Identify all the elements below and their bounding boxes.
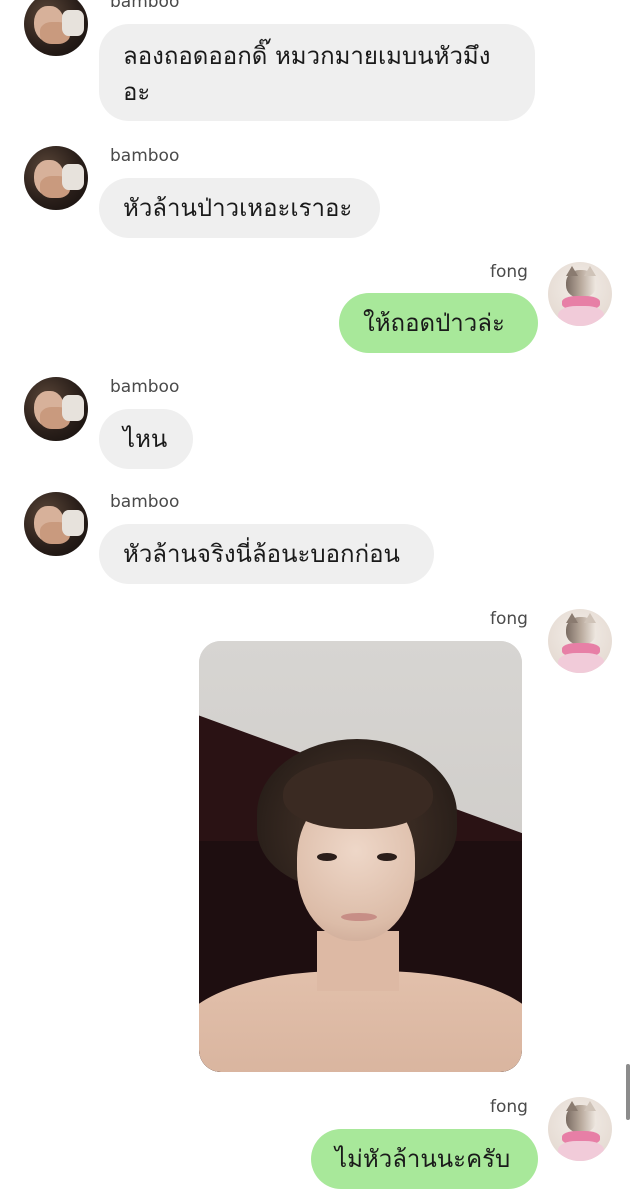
avatar-fong[interactable] <box>548 1097 612 1161</box>
message-bubble[interactable]: หัวล้านป่าวเหอะเราอะ <box>99 178 380 238</box>
message-bubble[interactable]: หัวล้านจริงนี่ล้อนะบอกก่อน <box>99 524 434 584</box>
sender-name: fong <box>490 609 528 629</box>
scrollbar[interactable] <box>626 1064 630 1120</box>
message-text: ให้ถอดป่าวล่ะ <box>363 309 505 337</box>
message-bubble[interactable]: ไหน <box>99 409 193 469</box>
avatar-bamboo[interactable] <box>24 492 88 556</box>
message-bubble[interactable]: ให้ถอดป่าวล่ะ <box>339 293 538 353</box>
avatar-fong[interactable] <box>548 262 612 326</box>
message-text: หัวล้านป่าวเหอะเราอะ <box>123 194 353 222</box>
avatar-bamboo[interactable] <box>24 377 88 441</box>
message-text: ลองถอดออกดิ๊ หมวกมายเมบนหัวมึง <box>123 42 491 70</box>
sender-name: bamboo <box>110 0 180 12</box>
sender-name: bamboo <box>110 492 180 512</box>
message-text: อะ <box>123 78 151 106</box>
avatar-bamboo[interactable] <box>24 146 88 210</box>
sender-name: bamboo <box>110 377 180 397</box>
avatar-bamboo[interactable] <box>24 0 88 56</box>
selfie-photo[interactable] <box>199 641 522 1072</box>
sender-name: fong <box>490 1097 528 1117</box>
message-text: ไม่หัวล้านนะครับ <box>335 1145 511 1173</box>
message-text: หัวล้านจริงนี่ล้อนะบอกก่อน <box>123 540 400 568</box>
sender-name: fong <box>490 262 528 282</box>
chat-thread[interactable]: bamboo ลองถอดออกดิ๊ หมวกมายเมบนหัวมึง อะ… <box>0 0 636 1200</box>
message-bubble[interactable]: ไม่หัวล้านนะครับ <box>311 1129 538 1189</box>
message-bubble[interactable]: ลองถอดออกดิ๊ หมวกมายเมบนหัวมึง อะ <box>99 24 535 121</box>
avatar-fong[interactable] <box>548 609 612 673</box>
message-text: ไหน <box>123 425 168 453</box>
sender-name: bamboo <box>110 146 180 166</box>
